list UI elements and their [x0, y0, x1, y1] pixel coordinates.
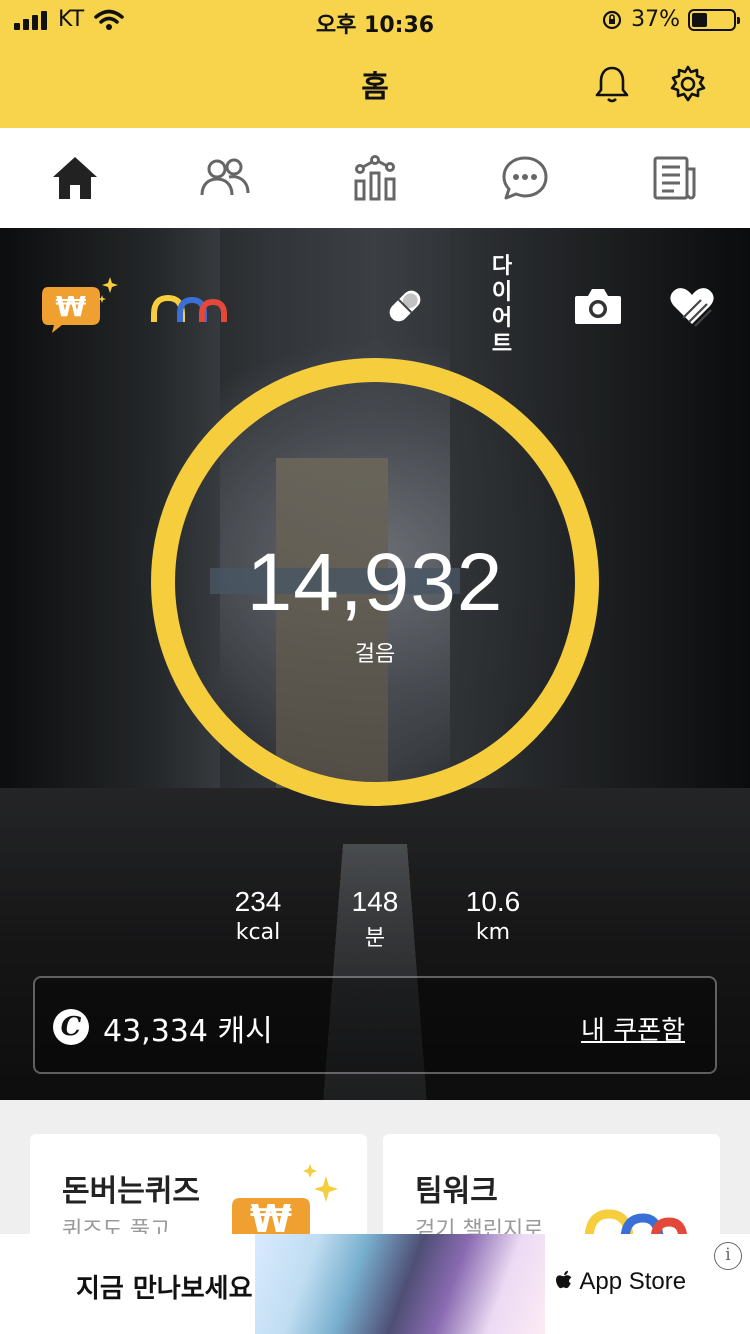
pill-icon: [389, 290, 421, 322]
step-count: 14,932: [246, 537, 504, 628]
calories-value: 234: [234, 886, 282, 917]
step-count-label: 걸음: [354, 642, 396, 667]
bell-icon[interactable]: [590, 62, 634, 106]
arches-icon: [151, 294, 227, 322]
cash-coin-icon: C: [53, 1009, 89, 1045]
svg-text:₩: ₩: [56, 290, 87, 323]
status-bar: KT 오후 10:36 37%: [0, 0, 750, 40]
app-store-badge[interactable]: App Store: [556, 1268, 686, 1296]
gear-icon[interactable]: [666, 62, 710, 106]
tab-news[interactable]: [600, 128, 750, 228]
minutes-value: 148: [351, 886, 399, 917]
cash-balance-bar[interactable]: C 43,334 캐시 내 쿠폰함: [33, 976, 717, 1074]
rotation-lock-icon: [602, 10, 622, 29]
battery-icon: [688, 8, 740, 31]
quiz-shortcut[interactable]: ₩: [40, 277, 120, 334]
app-store-label: App Store: [579, 1268, 687, 1295]
ad-info-icon[interactable]: i: [714, 1242, 742, 1270]
won-coin-icon: ₩: [42, 277, 118, 333]
tab-home[interactable]: [0, 128, 150, 228]
distance-value: 10.6: [465, 886, 521, 917]
teamwork-shortcut[interactable]: [150, 278, 230, 334]
quiz-card-title: 돈버는퀴즈: [62, 1174, 200, 1209]
tab-friends[interactable]: [150, 128, 300, 228]
camera-icon: [575, 289, 621, 324]
chat-icon: [502, 156, 548, 200]
tab-bar: [0, 128, 750, 228]
supplement-shortcut[interactable]: [380, 278, 430, 334]
distance-unit: km: [475, 920, 511, 945]
ad-banner[interactable]: 지금 만나보세요 App Store i: [0, 1234, 750, 1334]
tab-stats[interactable]: [300, 128, 450, 228]
heart-shortcut[interactable]: [666, 278, 718, 334]
ad-artwork: [255, 1234, 545, 1334]
minutes-unit: 분: [364, 926, 386, 951]
diet-label: 다이어트: [491, 254, 513, 357]
apple-icon: [556, 1270, 572, 1289]
camera-shortcut[interactable]: [572, 278, 624, 334]
teamwork-card-title: 팀워크: [415, 1174, 498, 1209]
chart-icon: [354, 155, 396, 201]
step-dashboard: ₩ 다이어트 14,932 걸음 234 kcal 148 분 10.6 km …: [0, 228, 750, 1100]
page-title: 홈: [361, 70, 389, 105]
people-icon: [200, 158, 250, 196]
heart-hand-icon: [670, 288, 714, 327]
diet-shortcut[interactable]: 다이어트: [480, 254, 524, 357]
home-icon: [53, 157, 97, 199]
distance-stat: 10.6 km: [433, 886, 553, 945]
news-icon: [653, 156, 696, 200]
minutes-stat: 148 분: [315, 886, 435, 952]
my-coupons-link[interactable]: 내 쿠폰함: [581, 1010, 685, 1047]
tab-chat[interactable]: [450, 128, 600, 228]
app-header: 홈: [0, 40, 750, 128]
calories-stat: 234 kcal: [198, 886, 318, 945]
battery-percent: 37%: [631, 7, 680, 32]
ad-text: 지금 만나보세요: [76, 1274, 253, 1304]
cash-amount: 43,334 캐시: [103, 1014, 273, 1049]
calories-unit: kcal: [235, 920, 281, 945]
